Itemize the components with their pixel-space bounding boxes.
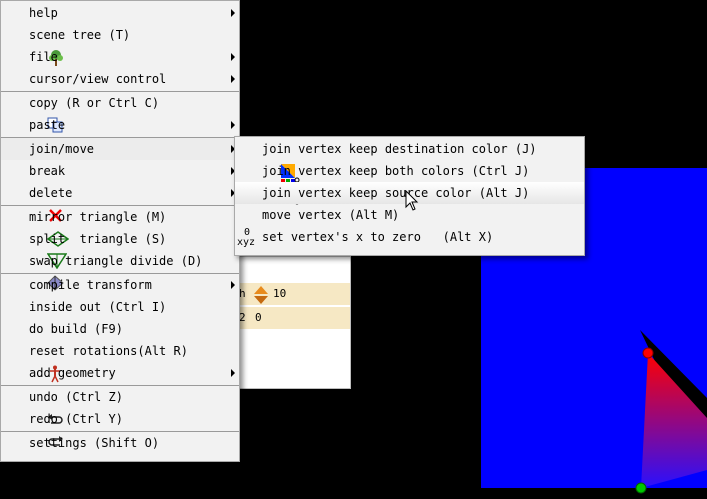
menu-item-label: file xyxy=(29,50,58,64)
property-value[interactable]: 10 xyxy=(273,283,286,305)
menu-item-help[interactable]: help xyxy=(1,2,239,24)
menu-item-label: split triangle (S) xyxy=(29,232,167,246)
menu-item-label: reset rotations(Alt R) xyxy=(29,344,188,358)
menu-item-cursor-view-control[interactable]: cursor/view control xyxy=(1,68,239,90)
menu-item-label: mirror triangle (M) xyxy=(29,210,167,224)
xyz-zero-icon: 0 xyz xyxy=(237,228,255,248)
menu-item-swap-triangle-divide[interactable]: swap triangle divide (D) xyxy=(1,250,239,291)
menu-item-label: compile transform xyxy=(29,278,152,292)
menu-item-label: cursor/view control xyxy=(29,72,167,86)
tree-icon xyxy=(4,27,64,66)
redo-icon xyxy=(4,411,64,446)
property-value[interactable]: 0 xyxy=(255,307,262,329)
menu-item-label: inside out (Ctrl I) xyxy=(29,300,167,314)
submenu-arrow-icon xyxy=(231,369,235,377)
submenu-arrow-icon xyxy=(231,9,235,17)
menu-item-break[interactable]: break xyxy=(1,160,239,182)
menu-item-inside-out[interactable]: inside out (Ctrl I) xyxy=(1,296,239,318)
menu-item-label: paste xyxy=(29,118,66,132)
menu-item-do-build[interactable]: do build (F9) xyxy=(1,318,239,340)
menu-item-label: join vertex keep destination color (J) xyxy=(262,142,537,156)
submenu-item-join-keep-both[interactable]: join vertex keep both colors (Ctrl J) xyxy=(235,160,584,205)
menu-item-label: break xyxy=(29,164,66,178)
menu-item-mirror-triangle[interactable]: mirror triangle (M) xyxy=(1,206,239,247)
join-both-colors-icon xyxy=(237,163,300,205)
menu-item-label: join/move xyxy=(29,142,95,156)
menu-item-reset-rotations[interactable]: reset rotations(Alt R) xyxy=(1,340,239,383)
xyz-icon-letters: xyz xyxy=(237,237,256,248)
context-menu: help scene tree (T) file cursor/view con… xyxy=(0,0,240,462)
submenu-item-join-keep-destination[interactable]: join vertex keep destination color (J) xyxy=(235,138,584,183)
copy-icon xyxy=(4,95,63,133)
join-dest-color-icon xyxy=(237,141,300,183)
menu-item-label: scene tree (T) xyxy=(29,28,131,42)
menu-item-label: swap triangle divide (D) xyxy=(29,254,203,268)
menu-item-split-triangle[interactable]: split triangle (S) xyxy=(1,228,239,270)
submenu-arrow-icon xyxy=(231,53,235,61)
menu-item-label: copy (R or Ctrl C) xyxy=(29,96,160,110)
menu-item-delete[interactable]: delete xyxy=(1,182,239,222)
split-triangle-icon xyxy=(4,231,68,270)
submenu-item-set-x-zero[interactable]: 0 xyz set vertex's x to zero (Alt X) xyxy=(235,226,584,248)
menu-item-join-move[interactable]: join/move xyxy=(1,138,239,160)
menu-item-copy[interactable]: copy (R or Ctrl C) xyxy=(1,92,239,133)
menu-item-label: set vertex's x to zero (Alt X) xyxy=(262,230,494,244)
menu-item-label: join vertex keep both colors (Ctrl J) xyxy=(262,164,530,178)
menu-item-undo[interactable]: undo (Ctrl Z) xyxy=(1,386,239,424)
submenu-arrow-icon xyxy=(231,121,235,129)
menu-item-add-geometry[interactable]: add geometry xyxy=(1,362,239,384)
menu-item-label: help xyxy=(29,6,58,20)
menu-item-label: delete xyxy=(29,186,73,200)
menu-item-file[interactable]: file xyxy=(1,46,239,68)
delete-x-icon xyxy=(4,185,63,222)
property-row: 2 0 xyxy=(239,307,350,329)
mouse-cursor-icon xyxy=(405,190,419,211)
figure-icon xyxy=(4,343,61,383)
undo-icon xyxy=(4,389,64,424)
menu-item-label: settings (Shift O) xyxy=(29,436,160,450)
menu-item-label: add geometry xyxy=(29,366,116,380)
menu-item-label: redo (Ctrl Y) xyxy=(29,412,123,426)
menu-item-label: move vertex (Alt M) xyxy=(262,208,400,222)
menu-item-redo[interactable]: redo (Ctrl Y) xyxy=(1,408,239,446)
menu-item-label: undo (Ctrl Z) xyxy=(29,390,123,404)
menu-item-settings[interactable]: settings (Shift O) xyxy=(1,432,239,454)
menu-item-label: join vertex keep source color (Alt J) xyxy=(262,186,530,200)
menu-item-label: do build (F9) xyxy=(29,322,123,336)
submenu-arrow-icon xyxy=(231,75,235,83)
menu-item-scene-tree[interactable]: scene tree (T) xyxy=(1,24,239,66)
menu-item-paste[interactable]: paste xyxy=(1,114,239,155)
menu-item-compile-transform[interactable]: compile transform xyxy=(1,274,239,296)
vertex-red[interactable] xyxy=(642,347,654,359)
paste-icon xyxy=(4,117,64,155)
swap-divide-icon xyxy=(4,253,65,291)
mirror-triangle-icon xyxy=(4,209,70,247)
vertex-green[interactable] xyxy=(635,482,647,494)
